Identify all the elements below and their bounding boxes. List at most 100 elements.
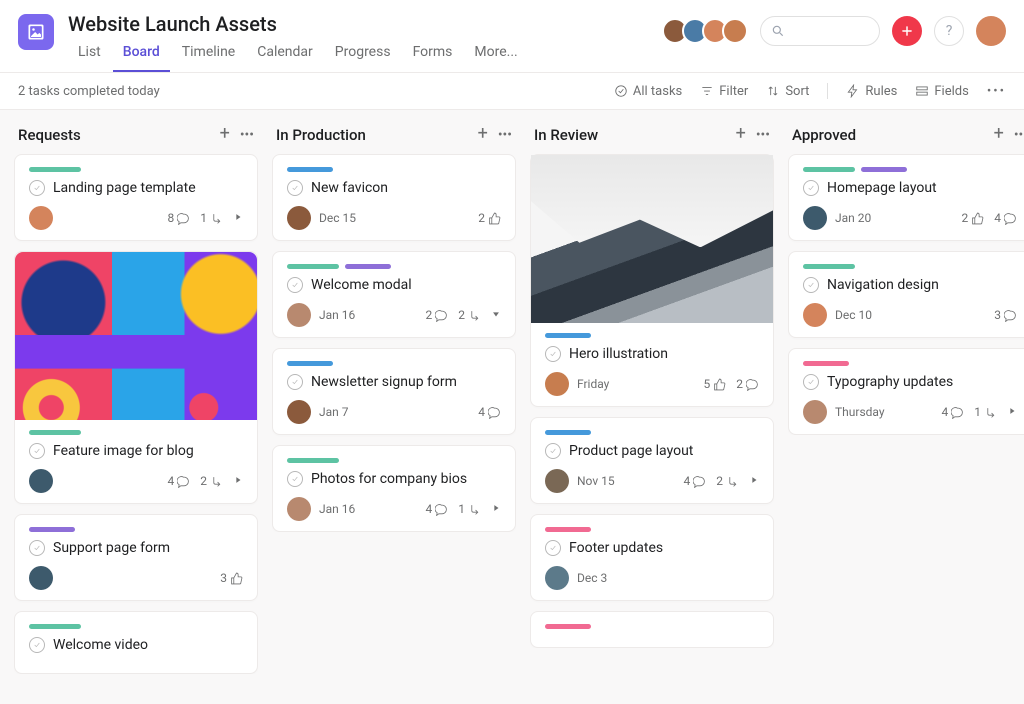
likes-count[interactable]: 2 (478, 211, 501, 225)
comments-count[interactable]: 4 (684, 474, 707, 488)
likes-count[interactable]: 5 (704, 377, 727, 391)
assignee-avatar[interactable] (29, 206, 53, 230)
task-card[interactable]: Product page layout Nov 15 4 2 (530, 417, 774, 504)
task-card[interactable]: Welcome modal Jan 16 2 2 (272, 251, 516, 338)
task-card[interactable]: Navigation design Dec 10 3 (788, 251, 1024, 338)
task-card[interactable]: New favicon Dec 15 2 (272, 154, 516, 241)
complete-toggle[interactable] (29, 637, 45, 653)
complete-toggle[interactable] (29, 540, 45, 556)
task-card[interactable]: Support page form 3 (14, 514, 258, 601)
comments-count[interactable]: 4 (478, 405, 501, 419)
column-more-button[interactable]: ••• (1014, 127, 1024, 143)
likes-count[interactable]: 2 (962, 211, 985, 225)
fields-button[interactable]: Fields (915, 84, 968, 99)
add-button[interactable] (892, 16, 922, 46)
subtasks-count[interactable]: 2 (458, 308, 481, 322)
footer-right: 3 (994, 308, 1017, 322)
search-input[interactable] (760, 16, 880, 46)
project-icon[interactable] (18, 14, 54, 50)
add-task-button[interactable]: + (478, 127, 488, 143)
complete-toggle[interactable] (803, 374, 819, 390)
assignee-avatar[interactable] (29, 469, 53, 493)
task-card[interactable]: Welcome video (14, 611, 258, 674)
complete-toggle[interactable] (287, 374, 303, 390)
task-card[interactable]: Feature image for blog 4 2 (14, 251, 258, 504)
assignee-avatar[interactable] (803, 303, 827, 327)
expand-caret[interactable] (749, 474, 759, 488)
tab-progress[interactable]: Progress (325, 40, 401, 72)
assignee-avatar[interactable] (287, 400, 311, 424)
add-task-button[interactable]: + (736, 127, 746, 143)
expand-caret[interactable] (491, 502, 501, 516)
avatar[interactable] (722, 18, 748, 44)
due-date: Thursday (835, 405, 885, 419)
complete-toggle[interactable] (803, 277, 819, 293)
assignee-avatar[interactable] (803, 206, 827, 230)
complete-toggle[interactable] (287, 471, 303, 487)
card-title: Footer updates (569, 540, 663, 556)
project-members[interactable] (662, 18, 748, 44)
assignee-avatar[interactable] (545, 566, 569, 590)
task-card[interactable]: Typography updates Thursday 4 1 (788, 348, 1024, 435)
filter-all-tasks[interactable]: All tasks (614, 84, 682, 99)
tab-calendar[interactable]: Calendar (247, 40, 323, 72)
add-task-button[interactable]: + (220, 127, 230, 143)
assignee-avatar[interactable] (545, 469, 569, 493)
assignee-avatar[interactable] (287, 303, 311, 327)
tag-pill (803, 167, 855, 172)
more-button[interactable]: ••• (987, 84, 1006, 99)
tab-list[interactable]: List (68, 40, 111, 72)
comments-count[interactable]: 3 (994, 308, 1017, 322)
subtasks-count[interactable]: 1 (200, 211, 223, 225)
task-card[interactable]: Photos for company bios Jan 16 4 1 (272, 445, 516, 532)
task-card[interactable] (530, 611, 774, 648)
tab-forms[interactable]: Forms (403, 40, 463, 72)
rules-button[interactable]: Rules (846, 84, 897, 99)
expand-caret[interactable] (233, 211, 243, 225)
current-user-avatar[interactable] (976, 16, 1006, 46)
column-more-button[interactable]: ••• (756, 127, 770, 143)
task-card[interactable]: Footer updates Dec 3 (530, 514, 774, 601)
likes-count[interactable]: 3 (220, 571, 243, 585)
sort-button[interactable]: Sort (766, 84, 809, 99)
help-button[interactable]: ? (934, 16, 964, 46)
subtasks-count[interactable]: 1 (458, 502, 481, 516)
column-more-button[interactable]: ••• (240, 127, 254, 143)
task-card[interactable]: Hero illustration Friday 5 2 (530, 154, 774, 407)
assignee-avatar[interactable] (29, 566, 53, 590)
complete-toggle[interactable] (545, 443, 561, 459)
assignee-avatar[interactable] (545, 372, 569, 396)
tab-more[interactable]: More... (464, 40, 527, 72)
comments-count[interactable]: 4 (426, 502, 449, 516)
comments-count[interactable]: 2 (736, 377, 759, 391)
assignee-avatar[interactable] (803, 400, 827, 424)
filter-button[interactable]: Filter (700, 84, 748, 99)
assignee-avatar[interactable] (287, 206, 311, 230)
expand-caret[interactable] (1007, 405, 1017, 419)
subtasks-count[interactable]: 1 (974, 405, 997, 419)
comments-count[interactable]: 8 (168, 211, 191, 225)
complete-toggle[interactable] (29, 180, 45, 196)
complete-toggle[interactable] (803, 180, 819, 196)
complete-toggle[interactable] (545, 346, 561, 362)
task-card[interactable]: Homepage layout Jan 20 2 4 (788, 154, 1024, 241)
complete-toggle[interactable] (287, 180, 303, 196)
comments-count[interactable]: 2 (426, 308, 449, 322)
task-card[interactable]: Newsletter signup form Jan 7 4 (272, 348, 516, 435)
comments-count[interactable]: 4 (942, 405, 965, 419)
complete-toggle[interactable] (29, 443, 45, 459)
expand-caret[interactable] (233, 474, 243, 488)
add-task-button[interactable]: + (994, 127, 1004, 143)
subtasks-count[interactable]: 2 (200, 474, 223, 488)
comments-count[interactable]: 4 (994, 211, 1017, 225)
tab-timeline[interactable]: Timeline (172, 40, 245, 72)
expand-caret[interactable] (491, 308, 501, 322)
task-card[interactable]: Landing page template 8 1 (14, 154, 258, 241)
complete-toggle[interactable] (545, 540, 561, 556)
comments-count[interactable]: 4 (168, 474, 191, 488)
subtasks-count[interactable]: 2 (716, 474, 739, 488)
complete-toggle[interactable] (287, 277, 303, 293)
column-more-button[interactable]: ••• (498, 127, 512, 143)
tab-board[interactable]: Board (113, 40, 170, 72)
assignee-avatar[interactable] (287, 497, 311, 521)
